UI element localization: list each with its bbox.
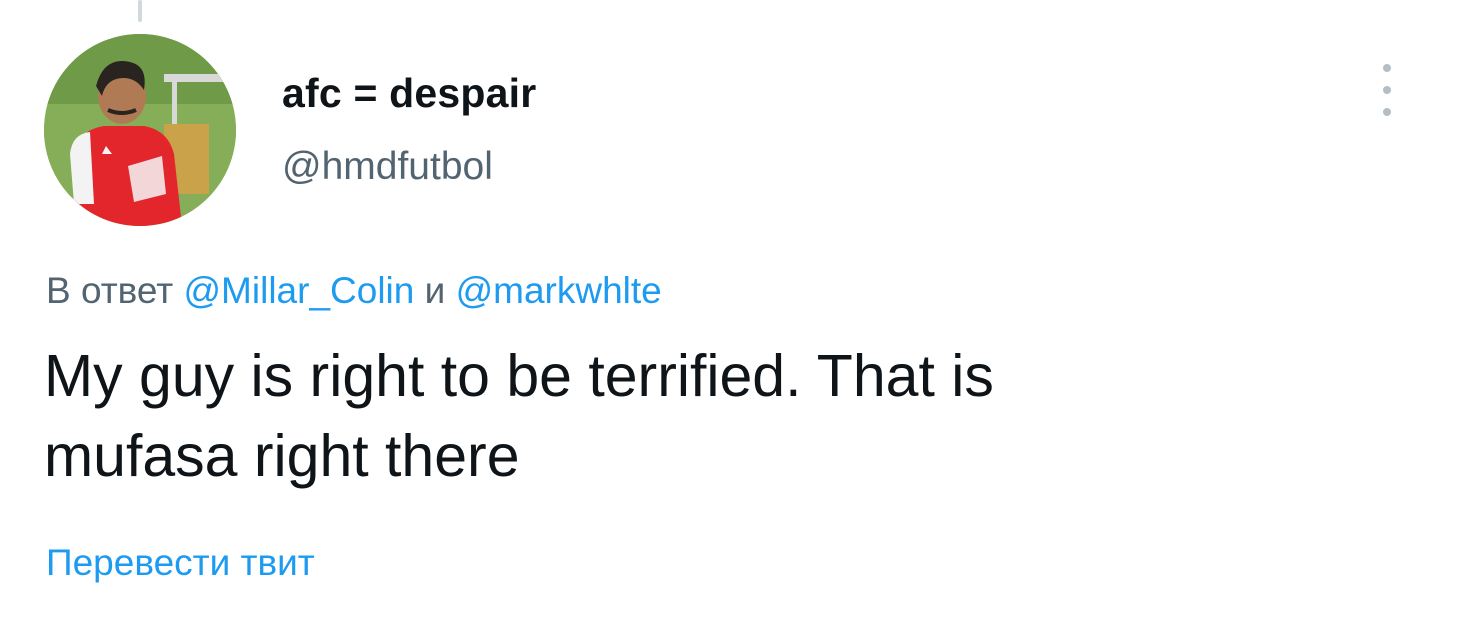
translate-tweet-link[interactable]: Перевести твит (46, 542, 315, 584)
avatar-photo-icon (44, 34, 236, 226)
more-vertical-icon (1383, 64, 1391, 72)
thread-connector-line (138, 0, 142, 22)
reply-conjunction: и (424, 270, 446, 311)
more-vertical-icon-dot-3 (1383, 108, 1391, 116)
reply-mention-2[interactable]: @markwhlte (456, 270, 662, 311)
reply-prefix: В ответ (46, 270, 174, 311)
author-handle[interactable]: @hmdfutbol (282, 145, 493, 189)
reply-mention-1[interactable]: @Millar_Colin (184, 270, 415, 311)
tweet-text-line-2: mufasa right there (44, 423, 520, 489)
author-display-name[interactable]: afc = despair (282, 70, 536, 117)
reply-context: В ответ @Millar_Colin и @markwhlte (46, 270, 662, 312)
more-options-button[interactable] (1372, 64, 1402, 116)
more-vertical-icon-dot-2 (1383, 86, 1391, 94)
tweet-body: My guy is right to be terrified. That is… (44, 336, 1344, 496)
tweet-text-line-1: My guy is right to be terrified. That is (44, 343, 994, 409)
author-avatar[interactable] (44, 34, 236, 226)
